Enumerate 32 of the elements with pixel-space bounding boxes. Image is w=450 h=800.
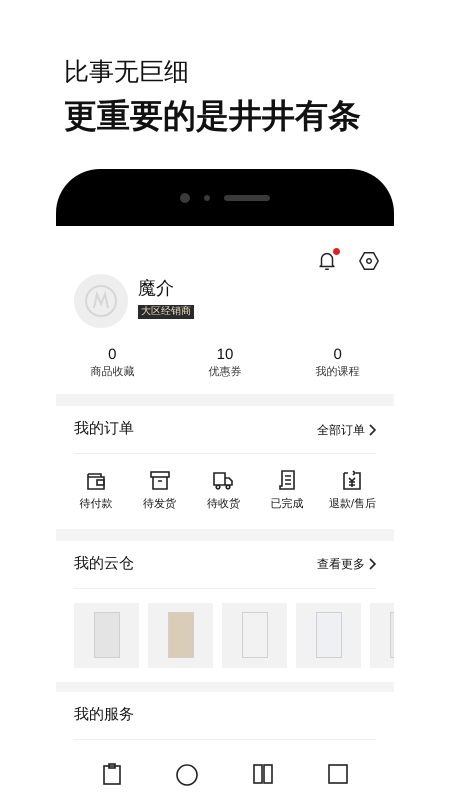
user-name: 魔介: [138, 277, 174, 299]
headline-title: 更重要的是井井有条: [64, 96, 362, 136]
section-title: 我的云仓: [74, 554, 134, 574]
circle-icon[interactable]: [175, 762, 200, 786]
all-orders-link[interactable]: 全部订单: [317, 420, 376, 438]
role-tag: 大区经销商: [138, 305, 194, 319]
stat-item[interactable]: 10 优惠券: [168, 346, 282, 380]
book-icon[interactable]: [250, 762, 275, 786]
section-title: 我的服务: [74, 704, 134, 725]
speaker-grille-icon: [224, 194, 270, 200]
order-status-button[interactable]: 待收货: [201, 468, 246, 512]
chevron-right-icon: [369, 558, 376, 570]
product-thumbnail[interactable]: [74, 602, 139, 668]
square-icon[interactable]: [326, 762, 350, 786]
order-status-button[interactable]: 退款/售后: [328, 468, 376, 512]
product-thumbnail[interactable]: [148, 602, 213, 668]
box-icon: [148, 468, 172, 492]
headline-subtitle: 比事无巨细: [64, 57, 190, 88]
stat-item[interactable]: 0 我的课程: [281, 346, 394, 380]
chevron-right-icon: [369, 424, 376, 436]
order-status-button[interactable]: 已完成: [265, 468, 310, 512]
sensor-dot-icon: [204, 194, 210, 200]
order-status-button[interactable]: 待发货: [138, 468, 182, 512]
camera-dot-icon: [180, 192, 190, 202]
view-more-link[interactable]: 查看更多: [317, 555, 376, 573]
product-thumbnail[interactable]: [296, 602, 361, 668]
settings-icon[interactable]: [358, 250, 380, 272]
avatar-logo-icon: [74, 274, 128, 328]
order-status-button[interactable]: 待付款: [74, 468, 118, 512]
section-title: 我的订单: [74, 419, 134, 440]
product-thumbnail[interactable]: [222, 602, 287, 668]
stat-item[interactable]: 0 商品收藏: [56, 346, 169, 380]
